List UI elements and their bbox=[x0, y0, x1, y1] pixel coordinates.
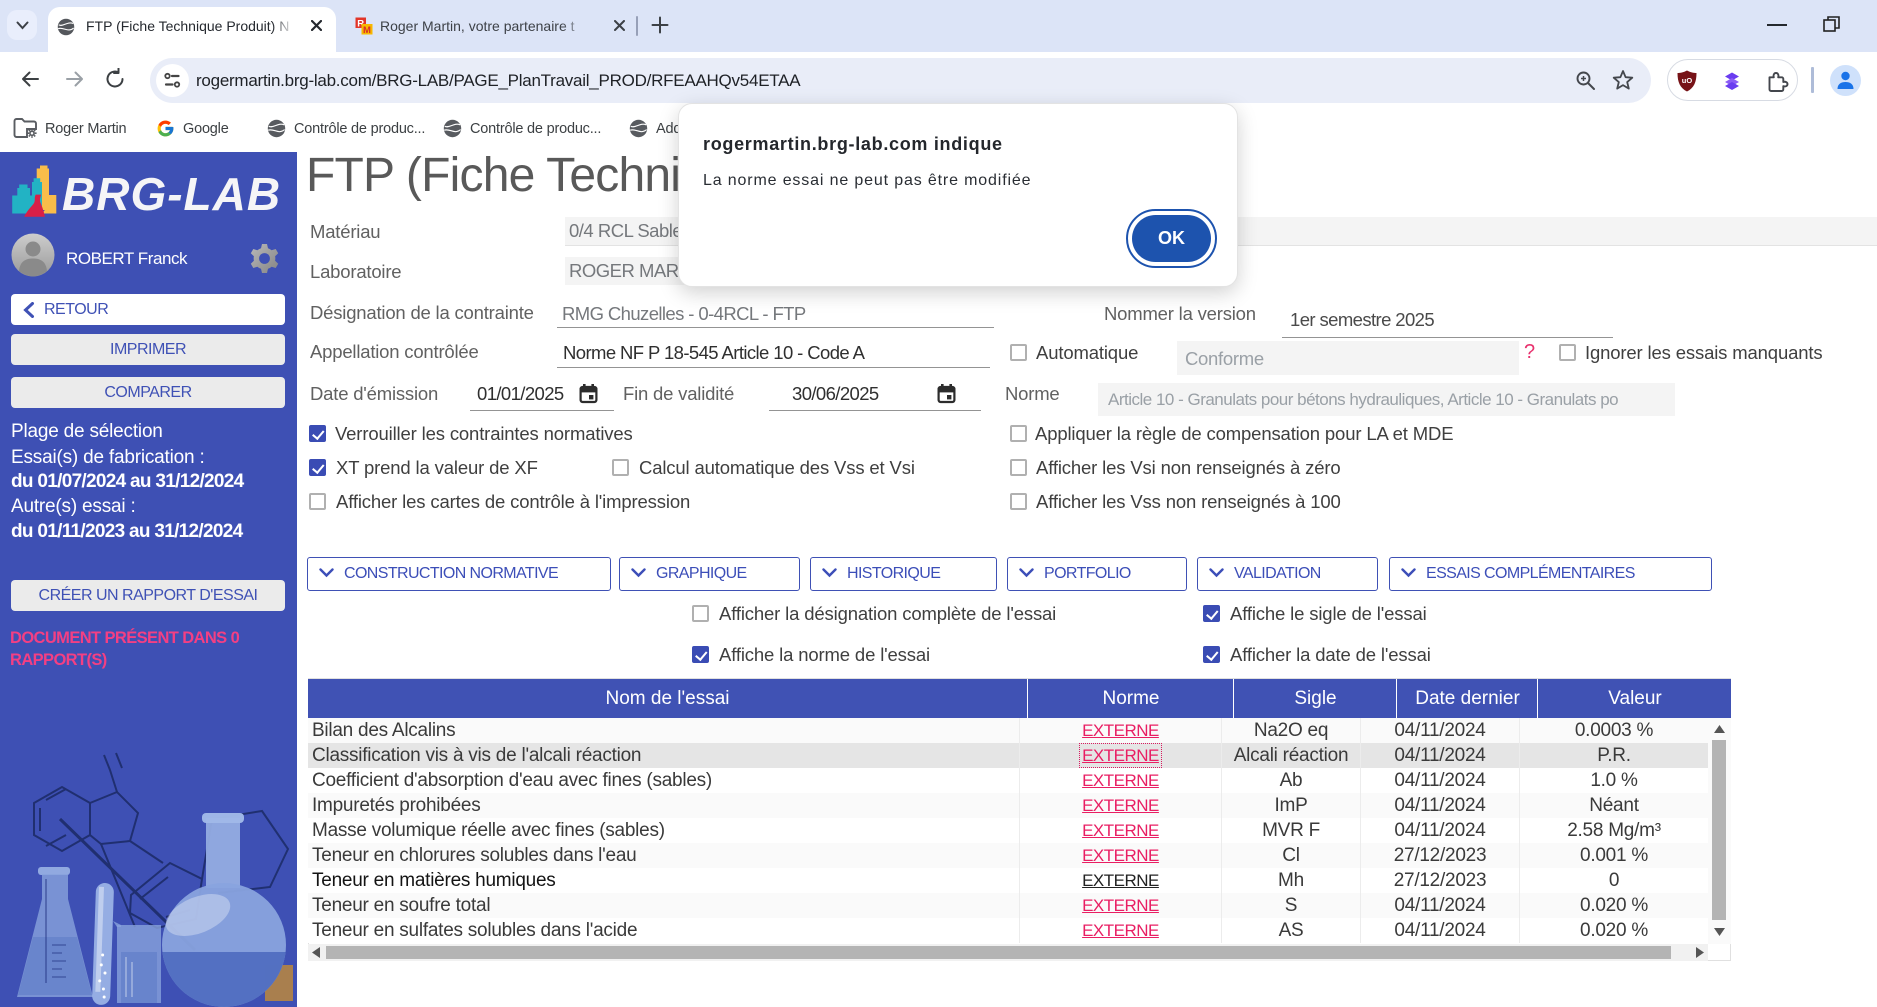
svg-text:M: M bbox=[363, 25, 371, 35]
svg-text:uO: uO bbox=[1682, 76, 1693, 85]
